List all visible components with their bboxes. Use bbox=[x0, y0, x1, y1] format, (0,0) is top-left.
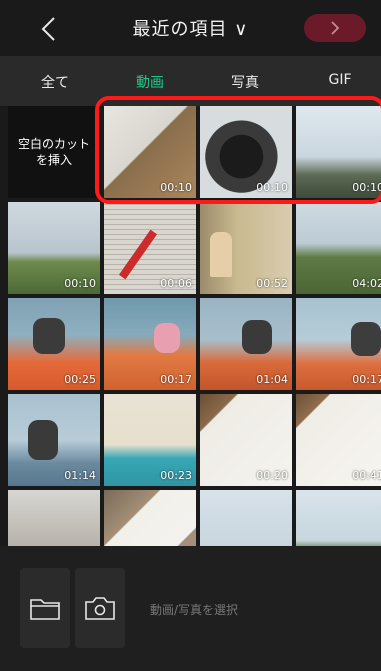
duration-label: 01:04 bbox=[256, 373, 288, 386]
video-thumbnail[interactable]: 04:02 bbox=[296, 202, 381, 294]
blank-cut-label-line1: 空白のカット bbox=[17, 137, 90, 151]
duration-label: 01:14 bbox=[64, 469, 96, 482]
video-thumbnail[interactable] bbox=[296, 490, 381, 546]
video-thumbnail[interactable]: 00:52 bbox=[200, 202, 292, 294]
video-thumbnail[interactable]: 01:14 bbox=[8, 394, 100, 486]
person-figure bbox=[33, 318, 65, 354]
duration-label: 00:17 bbox=[352, 373, 381, 386]
duration-label: 00:25 bbox=[64, 373, 96, 386]
top-bar: 最近の項目 ∨ bbox=[0, 0, 381, 56]
duration-label: 00:52 bbox=[256, 277, 288, 290]
duration-label: 00:10 bbox=[64, 277, 96, 290]
video-thumbnail[interactable] bbox=[104, 490, 196, 546]
tab-photo[interactable]: 写真 bbox=[205, 72, 285, 92]
video-thumbnail[interactable] bbox=[200, 490, 292, 546]
tab-gif[interactable]: GIF bbox=[300, 72, 380, 88]
video-thumbnail[interactable]: 00:10 bbox=[8, 202, 100, 294]
video-thumbnail[interactable]: 00:20 bbox=[200, 394, 292, 486]
duration-label: 00:23 bbox=[160, 469, 192, 482]
video-thumbnail[interactable]: 00:17 bbox=[104, 298, 196, 390]
duration-label: 04:02 bbox=[352, 277, 381, 290]
duration-label: 00:20 bbox=[256, 469, 288, 482]
duration-label: 00:41 bbox=[352, 469, 381, 482]
person-figure bbox=[242, 320, 272, 354]
video-thumbnail[interactable]: 00:41 bbox=[296, 394, 381, 486]
folder-icon bbox=[30, 599, 60, 620]
duration-label: 00:06 bbox=[160, 277, 192, 290]
video-thumbnail[interactable]: 00:23 bbox=[104, 394, 196, 486]
video-thumbnail[interactable] bbox=[8, 490, 100, 546]
tab-video[interactable]: 動画 bbox=[110, 72, 190, 92]
tab-all[interactable]: 全て bbox=[15, 72, 95, 92]
next-button[interactable] bbox=[304, 14, 366, 42]
chevron-right-icon bbox=[331, 21, 340, 35]
video-thumbnail[interactable]: 00:17 bbox=[296, 298, 381, 390]
selection-highlight bbox=[95, 96, 381, 204]
person-figure bbox=[351, 322, 381, 356]
camera-icon bbox=[85, 597, 115, 620]
camera-button[interactable] bbox=[75, 568, 125, 648]
child-figure bbox=[210, 232, 232, 277]
person-figure bbox=[28, 420, 58, 460]
video-thumbnail[interactable]: 00:06 bbox=[104, 202, 196, 294]
folder-button[interactable] bbox=[20, 568, 70, 648]
selection-hint: 動画/写真を選択 bbox=[150, 603, 239, 617]
child-figure bbox=[154, 323, 180, 353]
video-thumbnail[interactable]: 01:04 bbox=[200, 298, 292, 390]
blank-cut-label-line2: を挿入 bbox=[35, 153, 72, 167]
video-thumbnail[interactable]: 00:25 bbox=[8, 298, 100, 390]
bottom-toolbar: 動画/写真を選択 bbox=[0, 546, 381, 671]
duration-label: 00:17 bbox=[160, 373, 192, 386]
insert-blank-cut-button[interactable]: 空白のカット を挿入 bbox=[8, 106, 100, 198]
